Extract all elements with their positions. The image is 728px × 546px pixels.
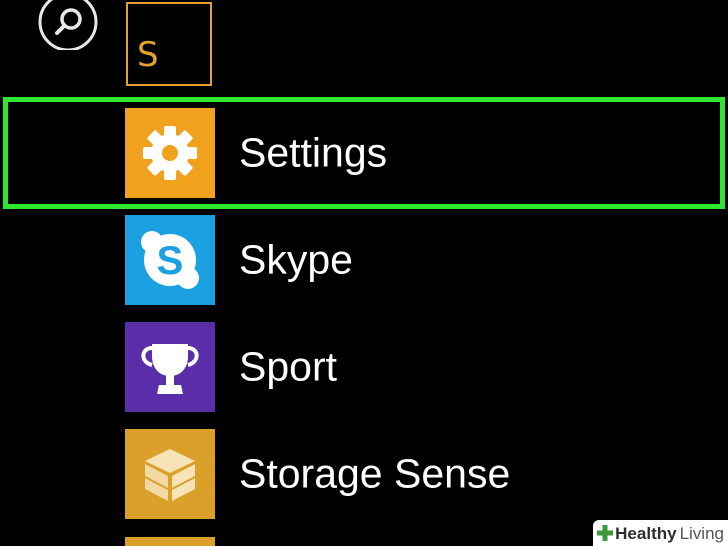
trophy-icon	[141, 344, 199, 394]
app-label-skype: Skype	[239, 236, 353, 283]
app-item-storage-sense[interactable]: Storage Sense	[124, 429, 724, 519]
watermark-text-healthy: Healthy	[615, 523, 677, 543]
app-item-settings[interactable]: Settings	[124, 108, 724, 198]
letter-group-header[interactable]: S	[126, 2, 212, 86]
svg-text:S: S	[157, 239, 184, 283]
app-label-storage-sense: Storage Sense	[239, 450, 511, 497]
box-icon	[144, 449, 196, 501]
plus-icon	[597, 525, 614, 541]
app-label-settings: Settings	[239, 129, 388, 176]
skype-icon: S	[141, 231, 199, 289]
watermark-text-living: Living	[679, 523, 724, 543]
settings-tile	[125, 108, 215, 198]
search-button[interactable]	[38, 0, 98, 52]
app-label-sport: Sport	[239, 343, 337, 390]
skype-tile: S	[125, 215, 215, 305]
next-app-tile[interactable]	[125, 537, 215, 546]
storage-sense-tile	[125, 429, 215, 519]
sport-tile	[125, 322, 215, 412]
app-item-sport[interactable]: Sport	[124, 322, 724, 412]
search-icon	[38, 0, 98, 52]
gear-icon	[143, 126, 197, 180]
letter-group-label: S	[137, 35, 159, 75]
watermark: Healthy Living	[593, 520, 728, 546]
app-item-skype[interactable]: S Skype	[124, 215, 724, 305]
app-list-screen: S Settings S Skype Sport Storage Sense H…	[0, 0, 728, 546]
